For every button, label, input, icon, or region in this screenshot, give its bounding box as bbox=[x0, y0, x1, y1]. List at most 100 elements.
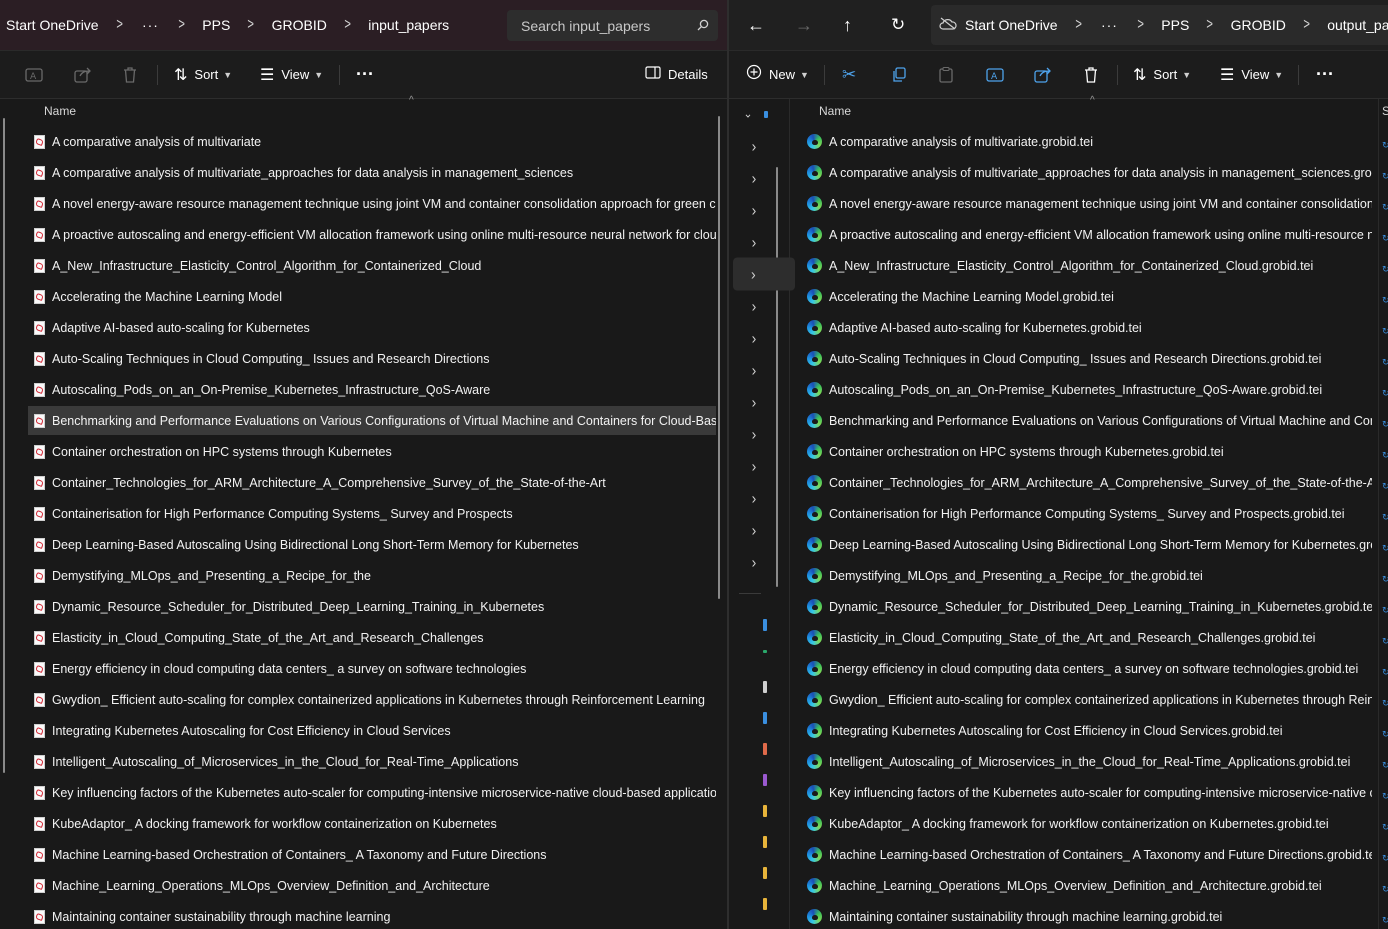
chevron-right-icon[interactable]: > bbox=[108, 16, 131, 34]
details-button[interactable]: Details bbox=[645, 51, 708, 98]
file-row[interactable]: Machine_Learning_Operations_MLOps_Overvi… bbox=[28, 871, 716, 900]
breadcrumb-overflow[interactable]: ··· bbox=[136, 17, 165, 33]
file-row[interactable]: Gwydion_ Efficient auto-scaling for comp… bbox=[805, 685, 1372, 714]
file-row[interactable]: Benchmarking and Performance Evaluations… bbox=[805, 406, 1372, 435]
file-row[interactable]: Elasticity_in_Cloud_Computing_State_of_t… bbox=[805, 623, 1372, 652]
share-icon[interactable] bbox=[74, 51, 92, 98]
file-row[interactable]: Integrating Kubernetes Autoscaling for C… bbox=[28, 716, 716, 745]
chevron-right-icon[interactable]: › bbox=[747, 170, 761, 185]
chevron-right-icon[interactable]: > bbox=[1129, 16, 1152, 34]
chevron-right-icon[interactable]: › bbox=[747, 554, 761, 569]
file-row[interactable]: Energy efficiency in cloud computing dat… bbox=[28, 654, 716, 683]
file-row[interactable]: Autoscaling_Pods_on_an_On-Premise_Kubern… bbox=[28, 375, 716, 404]
chevron-right-icon[interactable]: > bbox=[1067, 16, 1090, 34]
file-row[interactable]: Maintaining container sustainability thr… bbox=[28, 902, 716, 929]
chevron-right-icon[interactable]: > bbox=[1295, 16, 1318, 34]
sort-button[interactable]: ⇅ Sort ▼ bbox=[1133, 51, 1191, 98]
file-row[interactable]: Deep Learning-Based Autoscaling Using Bi… bbox=[805, 530, 1372, 559]
chevron-right-icon[interactable]: › bbox=[747, 202, 761, 217]
delete-icon[interactable] bbox=[1083, 51, 1099, 98]
search-icon[interactable] bbox=[688, 18, 718, 34]
file-row[interactable]: Gwydion_ Efficient auto-scaling for comp… bbox=[28, 685, 716, 714]
chevron-down-icon[interactable]: ⌄ bbox=[741, 106, 755, 121]
file-row[interactable]: Deep Learning-Based Autoscaling Using Bi… bbox=[28, 530, 716, 559]
file-row[interactable]: Autoscaling_Pods_on_an_On-Premise_Kubern… bbox=[805, 375, 1372, 404]
file-row[interactable]: Dynamic_Resource_Scheduler_for_Distribut… bbox=[805, 592, 1372, 621]
file-row[interactable]: A proactive autoscaling and energy-effic… bbox=[28, 220, 716, 249]
chevron-right-icon[interactable]: › bbox=[733, 257, 795, 291]
left-pane-scrollbar[interactable] bbox=[3, 118, 5, 773]
refresh-icon[interactable]: ↻ bbox=[891, 0, 905, 50]
see-more-button[interactable]: ··· bbox=[356, 51, 374, 98]
file-row[interactable]: Intelligent_Autoscaling_of_Microservices… bbox=[28, 747, 716, 776]
chevron-right-icon[interactable]: › bbox=[747, 298, 761, 313]
navigation-scrollbar[interactable] bbox=[776, 167, 778, 587]
file-row[interactable]: Containerisation for High Performance Co… bbox=[28, 499, 716, 528]
rename-icon[interactable]: A bbox=[25, 51, 43, 98]
column-header-name[interactable]: Name bbox=[819, 104, 851, 118]
chevron-right-icon[interactable]: › bbox=[747, 490, 761, 505]
file-row[interactable]: Machine Learning-based Orchestration of … bbox=[28, 840, 716, 869]
breadcrumb-grobid[interactable]: GROBID bbox=[1227, 17, 1290, 33]
file-row[interactable]: Adaptive AI-based auto-scaling for Kuber… bbox=[28, 313, 716, 342]
breadcrumb-input-papers[interactable]: input_papers bbox=[364, 17, 453, 33]
file-row[interactable]: Containerisation for High Performance Co… bbox=[805, 499, 1372, 528]
search-input[interactable]: Search input_papers bbox=[507, 10, 718, 41]
sort-button[interactable]: ⇅ Sort ▼ bbox=[174, 51, 232, 98]
file-row[interactable]: Auto-Scaling Techniques in Cloud Computi… bbox=[28, 344, 716, 373]
file-row[interactable]: Energy efficiency in cloud computing dat… bbox=[805, 654, 1372, 683]
file-row[interactable]: Key influencing factors of the Kubernete… bbox=[28, 778, 716, 807]
chevron-right-icon[interactable]: › bbox=[747, 522, 761, 537]
file-row[interactable]: Adaptive AI-based auto-scaling for Kuber… bbox=[805, 313, 1372, 342]
chevron-right-icon[interactable]: › bbox=[747, 362, 761, 377]
forward-arrow-icon[interactable]: → bbox=[795, 0, 813, 50]
chevron-right-icon[interactable]: › bbox=[747, 234, 761, 249]
breadcrumb-overflow[interactable]: ··· bbox=[1095, 17, 1124, 33]
chevron-right-icon[interactable]: > bbox=[170, 16, 193, 34]
chevron-right-icon[interactable]: > bbox=[1198, 16, 1221, 34]
file-row[interactable]: KubeAdaptor_ A docking framework for wor… bbox=[805, 809, 1372, 838]
delete-icon[interactable] bbox=[122, 51, 138, 98]
file-row[interactable]: A novel energy-aware resource management… bbox=[28, 189, 716, 218]
file-row[interactable]: A_New_Infrastructure_Elasticity_Control_… bbox=[805, 251, 1372, 280]
file-row[interactable]: Accelerating the Machine Learning Model.… bbox=[805, 282, 1372, 311]
paste-icon[interactable] bbox=[939, 51, 953, 98]
chevron-right-icon[interactable]: › bbox=[747, 138, 761, 153]
file-row[interactable]: A novel energy-aware resource management… bbox=[805, 189, 1372, 218]
file-row[interactable]: Demystifying_MLOps_and_Presenting_a_Reci… bbox=[805, 561, 1372, 590]
file-row[interactable]: Machine_Learning_Operations_MLOps_Overvi… bbox=[805, 871, 1372, 900]
file-row[interactable]: A_New_Infrastructure_Elasticity_Control_… bbox=[28, 251, 716, 280]
chevron-right-icon[interactable]: › bbox=[747, 458, 761, 473]
file-row[interactable]: A comparative analysis of multivariate.g… bbox=[805, 127, 1372, 156]
copy-icon[interactable] bbox=[891, 51, 907, 98]
column-header-name[interactable]: Name bbox=[44, 104, 76, 118]
file-list-scrollbar[interactable] bbox=[718, 116, 720, 599]
see-more-button[interactable]: ··· bbox=[1316, 51, 1334, 98]
file-row[interactable]: Accelerating the Machine Learning Model bbox=[28, 282, 716, 311]
file-row[interactable]: Elasticity_in_Cloud_Computing_State_of_t… bbox=[28, 623, 716, 652]
file-row[interactable]: Demystifying_MLOps_and_Presenting_a_Reci… bbox=[28, 561, 716, 590]
chevron-right-icon[interactable]: › bbox=[747, 426, 761, 441]
chevron-right-icon[interactable]: › bbox=[747, 394, 761, 409]
rename-icon[interactable]: A bbox=[986, 51, 1004, 98]
file-row[interactable]: A comparative analysis of multivariate_a… bbox=[28, 158, 716, 187]
file-row[interactable]: A proactive autoscaling and energy-effic… bbox=[805, 220, 1372, 249]
breadcrumb-pps[interactable]: PPS bbox=[1157, 17, 1193, 33]
file-row[interactable]: Container_Technologies_for_ARM_Architect… bbox=[28, 468, 716, 497]
view-button[interactable]: ☰ View ▼ bbox=[260, 51, 323, 98]
up-arrow-icon[interactable]: ↑ bbox=[843, 0, 852, 50]
file-row[interactable]: KubeAdaptor_ A docking framework for wor… bbox=[28, 809, 716, 838]
chevron-right-icon[interactable]: > bbox=[336, 16, 359, 34]
file-row[interactable]: Benchmarking and Performance Evaluations… bbox=[28, 406, 716, 435]
file-row[interactable]: Container_Technologies_for_ARM_Architect… bbox=[805, 468, 1372, 497]
breadcrumb-start-onedrive[interactable]: Start OneDrive bbox=[2, 17, 103, 33]
breadcrumb-pps[interactable]: PPS bbox=[198, 17, 234, 33]
chevron-right-icon[interactable]: > bbox=[239, 16, 262, 34]
file-row[interactable]: A comparative analysis of multivariate bbox=[28, 127, 716, 156]
breadcrumb-start-onedrive[interactable]: Start OneDrive bbox=[961, 17, 1062, 33]
file-row[interactable]: Container orchestration on HPC systems t… bbox=[28, 437, 716, 466]
file-row[interactable]: Machine Learning-based Orchestration of … bbox=[805, 840, 1372, 869]
file-row[interactable]: Maintaining container sustainability thr… bbox=[805, 902, 1372, 929]
file-row[interactable]: Intelligent_Autoscaling_of_Microservices… bbox=[805, 747, 1372, 776]
breadcrumb-grobid[interactable]: GROBID bbox=[268, 17, 331, 33]
